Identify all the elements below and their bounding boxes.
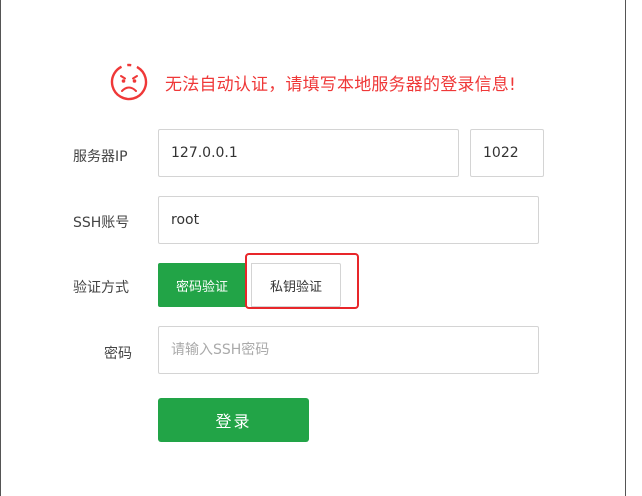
dialog-frame: 无法自动认证，请填写本地服务器的登录信息! 服务器IP SSH账号 验证方式 密… — [0, 0, 626, 496]
password-auth-button[interactable]: 密码验证 — [158, 263, 246, 307]
sad-face-icon — [110, 63, 148, 101]
ssh-account-input[interactable] — [158, 196, 539, 244]
auth-method-label: 验证方式 — [73, 280, 129, 296]
server-ip-label: 服务器IP — [73, 149, 128, 165]
alert-message: 无法自动认证，请填写本地服务器的登录信息! — [165, 74, 517, 95]
password-input[interactable] — [158, 326, 539, 374]
ssh-account-label: SSH账号 — [73, 215, 130, 231]
server-ip-input[interactable] — [158, 129, 459, 177]
private-key-highlight-box — [245, 253, 359, 309]
login-button[interactable]: 登录 — [158, 398, 309, 442]
server-port-input[interactable] — [470, 129, 544, 177]
auth-error-alert: 无法自动认证，请填写本地服务器的登录信息! — [109, 62, 516, 102]
password-label: 密码 — [104, 346, 132, 362]
